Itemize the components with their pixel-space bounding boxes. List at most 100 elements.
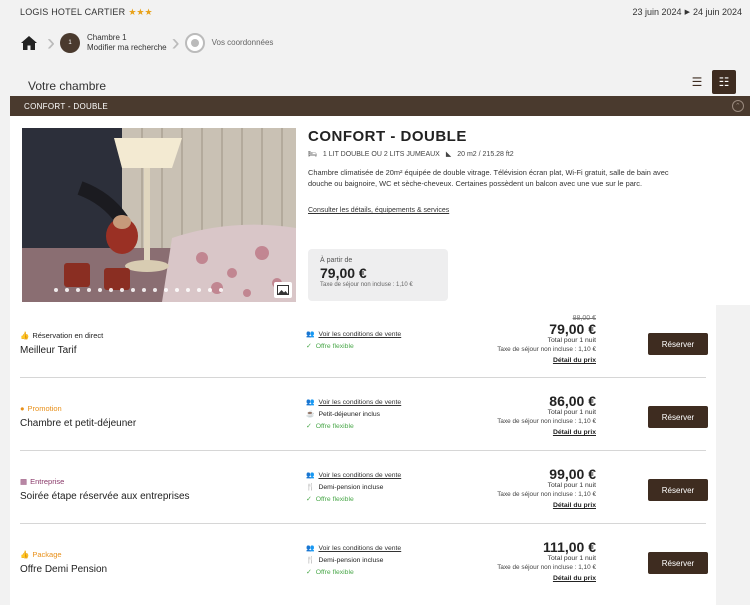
view-toggle: ☰ ☷ (685, 70, 736, 94)
condition-text: Demi-pension incluse (318, 557, 384, 564)
rate-row: 👍 Réservation en direct Meilleur Tarif 👥 Voi… (10, 305, 716, 378)
condition-text: Voir les conditions de vente (318, 545, 402, 552)
detail-view-button[interactable]: ☷ (712, 70, 736, 94)
rate-price: 99,00 € (549, 466, 596, 482)
area-icon: ◣ (445, 151, 452, 158)
step-room-circle: 1 (60, 33, 80, 53)
rate-tag-icon: 👍 (20, 550, 30, 559)
room-section-header: Votre chambre ☰ ☷ (16, 70, 750, 94)
rate-tag: ● Promotion (20, 404, 62, 413)
hotel-stars: ★★★ (128, 6, 153, 17)
rate-tag-icon: ● (20, 404, 25, 413)
total-per-night: Total pour 1 nuit (547, 482, 596, 489)
sales-conditions-link[interactable]: 👥 Voir les conditions de vente (306, 329, 401, 341)
step-chevron-icon: › (47, 29, 55, 56)
list-view-button[interactable]: ☰ (685, 70, 709, 94)
condition-text: Voir les conditions de vente (318, 472, 402, 479)
flexible-offer: ✓ Offre flexible (306, 421, 401, 433)
step-room-text: Chambre 1 Modifier ma recherche (87, 33, 167, 53)
reserve-button[interactable]: Réserver (648, 479, 708, 501)
rate-name: Soirée étape réservée aux entreprises (20, 491, 190, 502)
room-area: 20 m2 / 215.28 ft2 (457, 150, 514, 158)
condition-text: Offre flexible (315, 496, 354, 503)
room-beds: 1 LIT DOUBLE OU 2 LITS JUMEAUX (322, 150, 440, 158)
tax-note: Taxe de séjour non incluse : 1,10 € (497, 418, 596, 425)
step-room-label: Chambre 1 (87, 33, 127, 42)
condition-text: Offre flexible (315, 343, 354, 350)
gallery-icon[interactable] (274, 282, 292, 298)
rate-price-block: 99,00 € Total pour 1 nuit Taxe de séjour n… (497, 467, 596, 512)
rate-name: Chambre et petit-déjeuner (20, 418, 137, 429)
price-detail-link[interactable]: Détail du prix (497, 499, 596, 512)
rate-price: 79,00 € (549, 321, 596, 337)
flexible-offer: ✓ Offre flexible (306, 494, 401, 506)
price-detail-link[interactable]: Détail du prix (497, 572, 596, 585)
condition-icon: ✓ (306, 496, 312, 503)
tax-note: Taxe de séjour non incluse : 1,10 € (497, 346, 596, 353)
rate-inclusion: 🍴 Demi-pension incluse (306, 482, 401, 494)
step-room[interactable]: 1 Chambre 1 Modifier ma recherche (60, 24, 167, 62)
condition-text: Offre flexible (315, 569, 354, 576)
price-detail-link[interactable]: Détail du prix (497, 354, 596, 367)
room-type-label: CONFORT - DOUBLE (24, 101, 109, 111)
rate-row: ● Promotion Chambre et petit-déjeuner 👥 Voir… (10, 378, 716, 451)
condition-text: Offre flexible (315, 423, 354, 430)
rate-list: 👍 Réservation en direct Meilleur Tarif 👥 Voi… (10, 305, 716, 605)
stay-dates[interactable]: 23 juin 2024 ▶ 24 juin 2024 (633, 7, 742, 17)
reserve-button[interactable]: Réserver (648, 406, 708, 428)
rate-tag-label: Promotion (27, 404, 62, 413)
rate-name: Meilleur Tarif (20, 345, 77, 356)
flexible-offer: ✓ Offre flexible (306, 567, 401, 579)
rate-tag-label: Package (32, 550, 62, 559)
rate-tag-label: Réservation en direct (32, 331, 104, 340)
top-bar: LOGIS HOTEL CARTIER ★★★ 23 juin 2024 ▶ 24… (0, 0, 750, 24)
rate-inclusion: ☕ Petit-déjeuner inclus (306, 409, 401, 421)
date-to: 24 juin 2024 (692, 7, 742, 17)
rate-conditions: 👥 Voir les conditions de vente 🍴 Demi-pensi… (306, 543, 401, 579)
rate-price: 86,00 € (549, 393, 596, 409)
photo-carousel-dots[interactable] (54, 288, 223, 292)
step-chevron-icon: › (171, 29, 180, 56)
price-from-value: 79,00 € (320, 265, 367, 281)
tax-note: Taxe de séjour non incluse : 1,10 € (497, 491, 596, 498)
room-panel: CONFORT - DOUBLE 🛏 1 LIT DOUBLE OU 2 LIT… (10, 116, 750, 305)
room-details-link[interactable]: Consulter les détails, équipements & ser… (308, 207, 449, 214)
condition-text: Voir les conditions de vente (318, 399, 402, 406)
total-per-night: Total pour 1 nuit (547, 409, 596, 416)
sales-conditions-link[interactable]: 👥 Voir les conditions de vente (306, 470, 401, 482)
condition-icon: 👥 (306, 399, 315, 406)
rate-conditions: 👥 Voir les conditions de vente ☕ Petit-déje… (306, 397, 401, 433)
step-details-label: Vos coordonnées (211, 38, 274, 47)
rate-name: Offre Demi Pension (20, 564, 108, 575)
price-from-label: À partir de (320, 257, 353, 264)
rate-tag-icon: ▦ (20, 477, 28, 486)
rate-row: ▦ Entreprise Soirée étape réservée aux ent… (10, 451, 716, 524)
modify-search-link[interactable]: Modifier ma recherche (87, 43, 167, 53)
price-detail-link[interactable]: Détail du prix (497, 426, 596, 439)
condition-icon: ✓ (306, 343, 312, 350)
bed-icon: 🛏 (308, 151, 317, 158)
collapse-icon[interactable]: ⌃ (732, 100, 744, 112)
sales-conditions-link[interactable]: 👥 Voir les conditions de vente (306, 397, 401, 409)
booking-steps: › 1 Chambre 1 Modifier ma recherche › Vo… (0, 24, 750, 62)
rate-row: 👍 Package Offre Demi Pension 👥 Voir les cond… (10, 524, 716, 597)
room-photo[interactable] (22, 128, 296, 302)
room-price-box: À partir de 79,00 € Taxe de séjour non i… (308, 249, 448, 301)
total-per-night: Total pour 1 nuit (547, 337, 596, 344)
room-description: Chambre climatisée de 20m² équipée de do… (308, 168, 669, 188)
room-meta: 🛏 1 LIT DOUBLE OU 2 LITS JUMEAUX ◣ 20 m2… (308, 150, 514, 159)
flexible-offer: ✓ Offre flexible (306, 341, 401, 353)
rate-tag: 👍 Réservation en direct (20, 331, 103, 340)
condition-text: Petit-déjeuner inclus (318, 411, 381, 418)
reserve-button[interactable]: Réserver (648, 552, 708, 574)
home-icon[interactable] (16, 30, 42, 56)
condition-icon: ✓ (306, 423, 312, 430)
room-type-bar[interactable]: CONFORT - DOUBLE ⌃ (10, 96, 750, 116)
reserve-button[interactable]: Réserver (648, 333, 708, 355)
rate-inclusion: 🍴 Demi-pension incluse (306, 555, 401, 567)
sales-conditions-link[interactable]: 👥 Voir les conditions de vente (306, 543, 401, 555)
rate-tag: 👍 Package (20, 550, 62, 559)
condition-icon: 👥 (306, 545, 315, 552)
room-section-title: Votre chambre (28, 79, 107, 93)
rate-conditions: 👥 Voir les conditions de vente ✓ Offre flex… (306, 329, 401, 353)
